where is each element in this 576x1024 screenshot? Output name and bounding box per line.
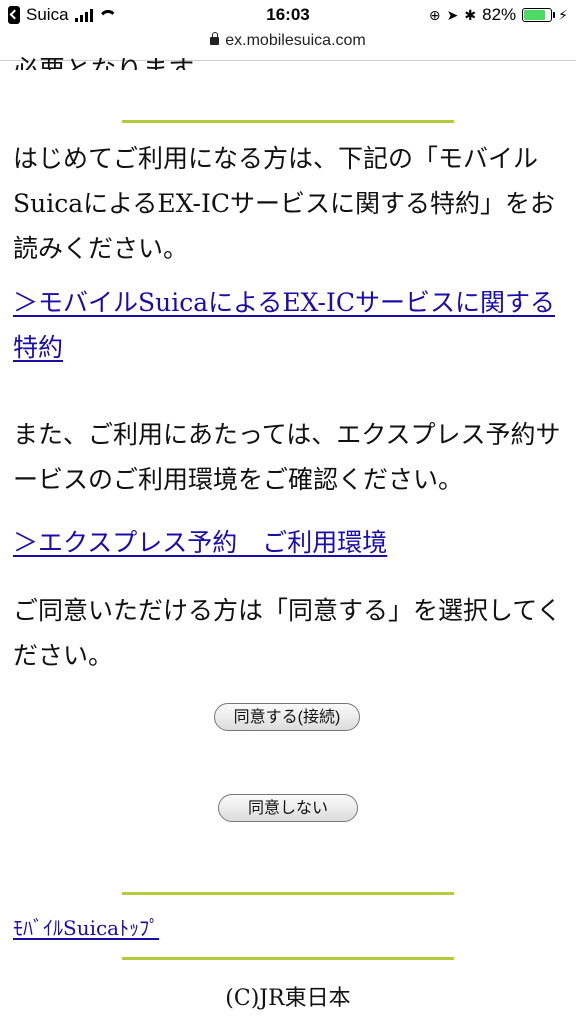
- rotation-lock-icon: ⊕: [428, 6, 441, 23]
- battery-icon: [522, 8, 556, 22]
- copyright: (C)JR東日本: [225, 986, 351, 1011]
- bluetooth-icon: ✱: [464, 6, 477, 23]
- environment-link[interactable]: ＞エクスプレス予約 ご利用環境: [13, 520, 563, 565]
- divider-top: [122, 120, 454, 123]
- cut-off-text: 必要となります。: [13, 56, 218, 70]
- battery-percent: 82%: [482, 5, 517, 24]
- special-terms-link[interactable]: ＞モバイルSuicaによるEX-ICサービスに関する特約: [13, 280, 563, 370]
- charging-icon: ⚡: [558, 6, 568, 23]
- status-bar: Suica 16:03 ⊕ ➤ ✱ 82% ⚡: [0, 0, 576, 32]
- url-text: ex.mobilesuica.com: [225, 32, 366, 49]
- agree-button[interactable]: 同意する(接続): [214, 703, 360, 731]
- disagree-button[interactable]: 同意しない: [218, 794, 358, 822]
- intro-paragraph: はじめてご利用になる方は、下記の「モバイルSuicaによるEX-ICサービスに関…: [13, 144, 555, 263]
- battery-fill: [524, 10, 545, 20]
- location-icon: ➤: [446, 6, 459, 23]
- divider-bottom-1: [122, 892, 454, 895]
- url-bar[interactable]: ex.mobilesuica.com: [0, 32, 576, 58]
- mobile-suica-top-link[interactable]: ﾓﾊﾞｲﾙSuicaﾄｯﾌﾟ: [13, 912, 159, 941]
- divider-bottom-2: [122, 957, 454, 960]
- lock-icon: [210, 32, 220, 45]
- environment-paragraph: また、ご利用にあたっては、エクスプレス予約サービスのご利用環境をご確認ください。: [13, 420, 561, 494]
- status-right: ⊕ ➤ ✱ 82% ⚡: [429, 5, 568, 25]
- agree-instructions: ご同意いただける方は「同意する」を選択してください。: [13, 596, 562, 670]
